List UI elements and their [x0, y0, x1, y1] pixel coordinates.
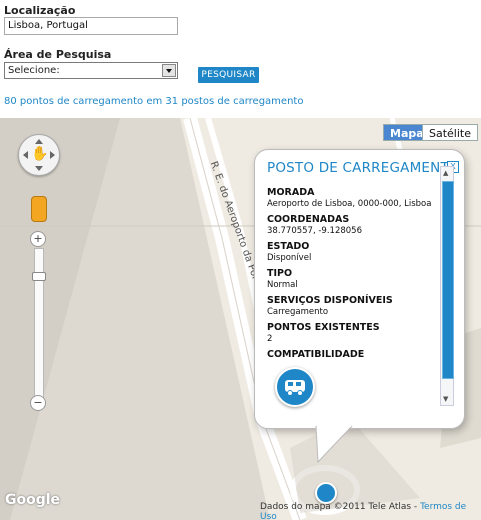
map[interactable]: R. E. do Aeroporto da Portela Mapa Satél…	[0, 118, 481, 520]
field-tipo: TIPO Normal	[267, 268, 298, 290]
area-select[interactable]: Selecione:	[4, 62, 178, 79]
field-estado: ESTADO Disponível	[267, 241, 312, 263]
area-label: Área de Pesquisa	[4, 48, 112, 61]
field-compatibilidade: COMPATIBILIDADE	[267, 349, 365, 360]
info-title: POSTO DE CARREGAMENTO	[267, 160, 460, 176]
results-count: 80 pontos de carregamento em 31 postos d…	[4, 96, 304, 107]
field-servicos: SERVIÇOS DISPONÍVEIS Carregamento	[267, 295, 393, 317]
zoom-out-button[interactable]: −	[30, 395, 46, 411]
satellite-type-button[interactable]: Satélite	[422, 124, 478, 141]
zoom-slider-track[interactable]	[34, 248, 44, 400]
field-pontos: PONTOS EXISTENTES 2	[267, 322, 380, 344]
zoom-in-button[interactable]: +	[30, 231, 46, 247]
location-label: Localização	[4, 4, 76, 17]
pan-control[interactable]: ✋	[18, 134, 60, 176]
scroll-down-icon[interactable]: ▼	[443, 395, 448, 403]
charging-marker-icon[interactable]	[315, 482, 337, 504]
info-scrollbar[interactable]: ▲ ▼	[440, 166, 454, 406]
info-scrollbar-thumb[interactable]	[442, 181, 454, 379]
pegman-icon[interactable]	[31, 196, 47, 222]
map-attribution: Dados do mapa ©2011 Tele Atlas - Termos …	[260, 502, 467, 520]
info-window-tail	[315, 426, 353, 464]
field-morada: MORADA Aeroporto de Lisboa, 0000-000, Lis…	[267, 187, 432, 209]
chevron-down-icon[interactable]	[162, 64, 176, 77]
location-input[interactable]: Lisboa, Portugal	[4, 17, 178, 35]
info-window: POSTO DE CARREGAMENTO X MORADAAeroporto …	[254, 149, 465, 429]
field-coordenadas: COORDENADAS 38.770557, -9.128056	[267, 214, 362, 236]
hand-icon: ✋	[31, 146, 49, 162]
area-select-value: Selecione:	[8, 65, 60, 76]
scroll-up-icon[interactable]: ▲	[443, 169, 448, 177]
zoom-slider-handle[interactable]	[32, 272, 46, 281]
search-button[interactable]: PESQUISAR	[198, 67, 259, 83]
vehicle-icon	[275, 367, 315, 407]
google-logo: Google	[5, 492, 61, 508]
